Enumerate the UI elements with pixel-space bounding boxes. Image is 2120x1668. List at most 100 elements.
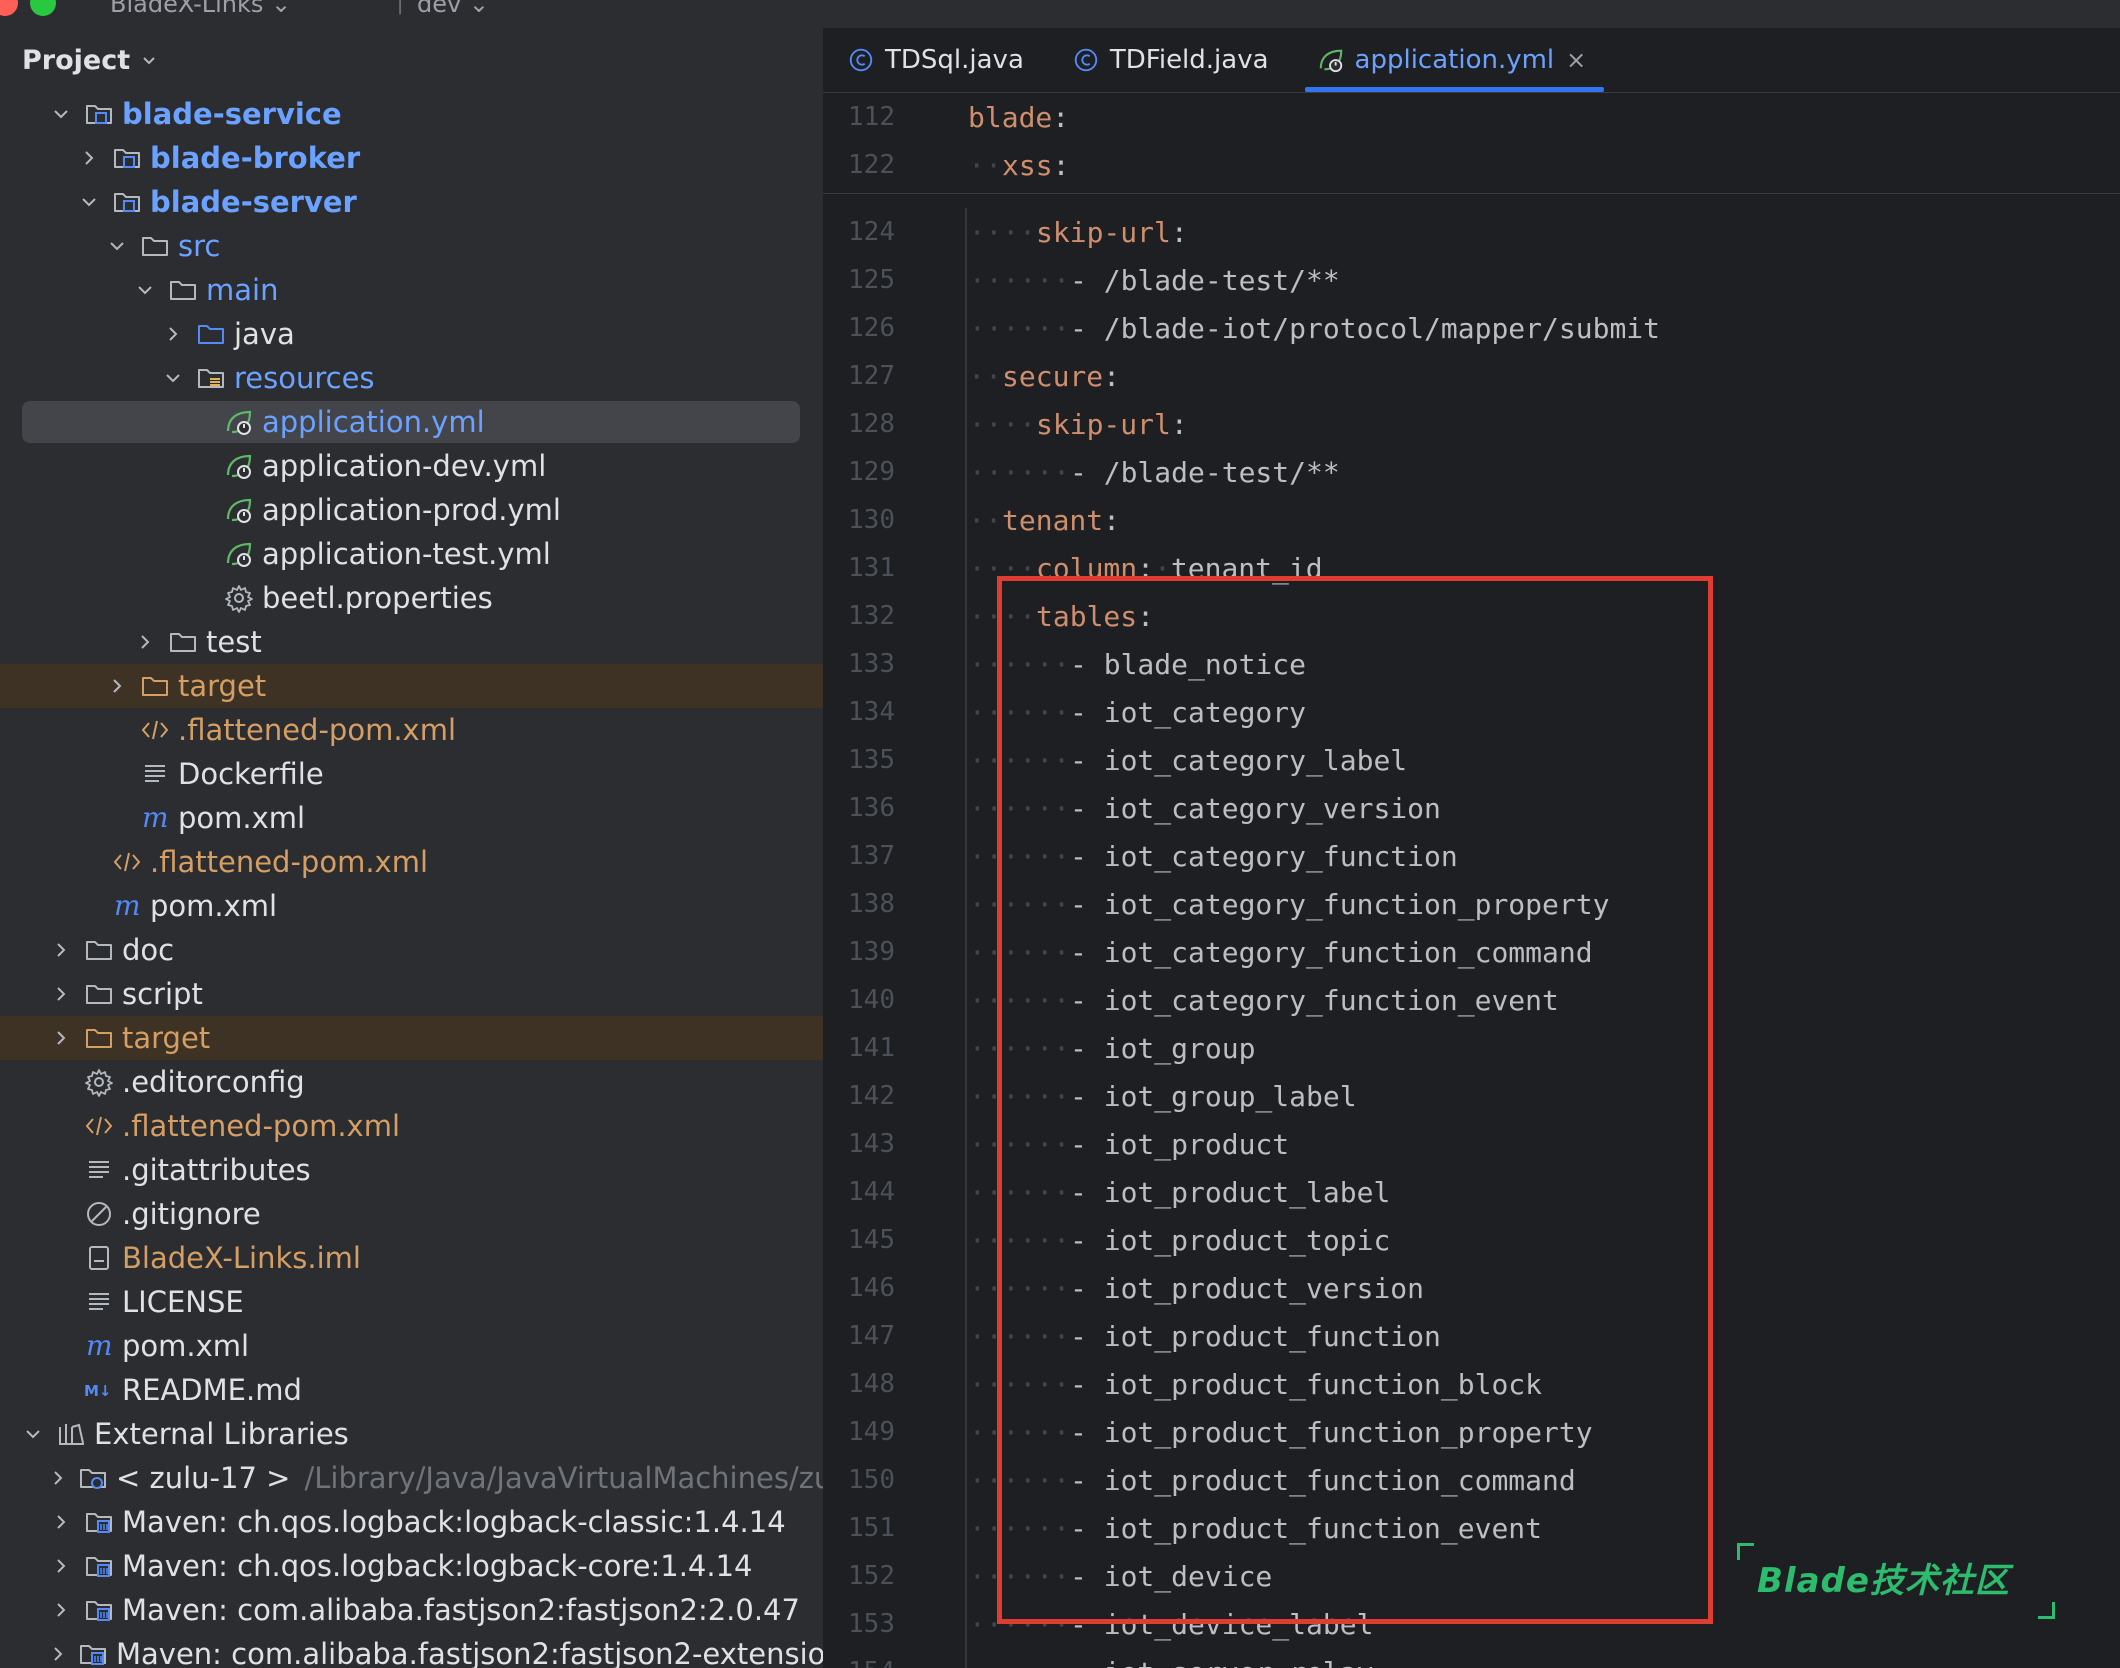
chevron-down-icon[interactable] [48, 104, 74, 124]
chevron-down-icon[interactable] [76, 192, 102, 212]
tree-item[interactable]: main [0, 268, 823, 312]
code-editor[interactable]: 112 blade: 122 ·· xss: 124 ···· skip-url: 125 ··… [823, 93, 2120, 1668]
tree-item[interactable]: .flattened-pom.xml [0, 708, 823, 752]
code-line[interactable]: 139 ······ - iot_category_function_command [823, 928, 2120, 976]
tree-item[interactable]: Maven: ch.qos.logback:logback-classic:1.… [0, 1500, 823, 1544]
project-view-selector[interactable]: Project [0, 28, 823, 92]
tree-item[interactable]: target [0, 664, 823, 708]
tree-item[interactable]: application-test.yml [0, 532, 823, 576]
tree-item[interactable]: application.yml [0, 400, 823, 444]
code-lines[interactable]: 124 ···· skip-url: 125 ······ - /blade-test/*… [823, 208, 2120, 1668]
chevron-right-icon[interactable] [48, 1556, 74, 1576]
chevron-right-icon[interactable] [48, 1468, 68, 1488]
code-line[interactable]: 112 blade: [823, 93, 2120, 141]
tree-item[interactable]: java [0, 312, 823, 356]
code-line[interactable]: 134 ······ - iot_category [823, 688, 2120, 736]
code-line[interactable]: 129 ······ - /blade-test/** [823, 448, 2120, 496]
tree-item[interactable]: .flattened-pom.xml [0, 840, 823, 884]
code-line[interactable]: 131 ···· column:·tenant_id [823, 544, 2120, 592]
tree-item[interactable]: blade-broker [0, 136, 823, 180]
code-line[interactable]: 135 ······ - iot_category_label [823, 736, 2120, 784]
tree-item[interactable]: .editorconfig [0, 1060, 823, 1104]
tree-item[interactable]: M↓ README.md [0, 1368, 823, 1412]
tree-item[interactable]: .gitignore [0, 1192, 823, 1236]
tree-item[interactable]: LICENSE [0, 1280, 823, 1324]
branch-widget[interactable]: ᚴ dev ⌄ [395, 0, 489, 18]
tree-item[interactable]: External Libraries [0, 1412, 823, 1456]
chevron-right-icon[interactable] [48, 1600, 74, 1620]
code-line[interactable]: 126 ······ - /blade-iot/protocol/mapper/su… [823, 304, 2120, 352]
code-line[interactable]: 132 ···· tables: [823, 592, 2120, 640]
chevron-right-icon[interactable] [48, 984, 74, 1004]
code-line[interactable]: 141 ······ - iot_group [823, 1024, 2120, 1072]
tree-item[interactable]: Maven: ch.qos.logback:logback-core:1.4.1… [0, 1544, 823, 1588]
tree-item[interactable]: < zulu-17 > /Library/Java/JavaVirtualMach… [0, 1456, 823, 1500]
chevron-right-icon[interactable] [160, 324, 186, 344]
tree-item[interactable]: blade-service [0, 92, 823, 136]
code-line[interactable]: 138 ······ - iot_category_function_propert… [823, 880, 2120, 928]
close-window-button[interactable] [0, 0, 18, 16]
tree-item[interactable]: resources [0, 356, 823, 400]
chevron-right-icon[interactable] [76, 148, 102, 168]
tree-item[interactable]: m pom.xml [0, 1324, 823, 1368]
chevron-right-icon[interactable] [104, 676, 130, 696]
chevron-right-icon[interactable] [48, 940, 74, 960]
code-line[interactable]: 136 ······ - iot_category_version [823, 784, 2120, 832]
chevron-right-icon[interactable] [132, 632, 158, 652]
code-line[interactable]: 125 ······ - /blade-test/** [823, 256, 2120, 304]
code-line[interactable]: 149 ······ - iot_product_function_property [823, 1408, 2120, 1456]
tree-item[interactable]: script [0, 972, 823, 1016]
code-line[interactable]: 147 ······ - iot_product_function [823, 1312, 2120, 1360]
tree-item[interactable]: Maven: com.alibaba.fastjson2:fastjson2:2… [0, 1588, 823, 1632]
code-line[interactable]: 128 ···· skip-url: [823, 400, 2120, 448]
project-tree[interactable]: blade-service blade-broker blade-server src… [0, 92, 823, 1668]
chevron-down-icon[interactable] [160, 368, 186, 388]
tree-item[interactable]: BladeX-Links.iml [0, 1236, 823, 1280]
tree-item[interactable]: .flattened-pom.xml [0, 1104, 823, 1148]
chevron-down-icon[interactable] [104, 236, 130, 256]
code-line[interactable]: 137 ······ - iot_category_function [823, 832, 2120, 880]
code-line[interactable]: 146 ······ - iot_product_version [823, 1264, 2120, 1312]
code-line[interactable]: 130 ·· tenant: [823, 496, 2120, 544]
code-line[interactable]: 122 ·· xss: [823, 141, 2120, 189]
code-line[interactable]: 144 ······ - iot_product_label [823, 1168, 2120, 1216]
code-line[interactable]: 140 ······ - iot_category_function_event [823, 976, 2120, 1024]
tree-item[interactable]: beetl.properties [0, 576, 823, 620]
chevron-right-icon[interactable] [48, 1512, 74, 1532]
tree-item[interactable]: .gitattributes [0, 1148, 823, 1192]
code-line[interactable]: 124 ···· skip-url: [823, 208, 2120, 256]
maximize-window-button[interactable] [30, 0, 56, 16]
code-line[interactable]: 142 ······ - iot_group_label [823, 1072, 2120, 1120]
tree-item[interactable]: src [0, 224, 823, 268]
tree-item[interactable]: m pom.xml [0, 884, 823, 928]
editor-tab[interactable]: application.yml × [1304, 28, 1605, 92]
close-tab-icon[interactable]: × [1566, 46, 1586, 74]
code-line[interactable]: 148 ······ - iot_product_function_block [823, 1360, 2120, 1408]
code-line[interactable]: 143 ······ - iot_product [823, 1120, 2120, 1168]
tree-item[interactable]: test [0, 620, 823, 664]
chevron-down-icon[interactable] [132, 280, 158, 300]
tree-item[interactable]: m pom.xml [0, 796, 823, 840]
tree-item[interactable]: doc [0, 928, 823, 972]
tree-item[interactable]: Maven: com.alibaba.fastjson2:fastjson2-e… [0, 1632, 823, 1668]
code-text: ······ - iot_product_function_property [968, 1415, 1593, 1449]
tree-item[interactable]: application-prod.yml [0, 488, 823, 532]
whitespace-markers: ······ [968, 1271, 1070, 1305]
code-line[interactable]: 145 ······ - iot_product_topic [823, 1216, 2120, 1264]
tree-item[interactable]: target [0, 1016, 823, 1060]
editor-tab[interactable]: TDSql.java [835, 28, 1042, 92]
code-line[interactable]: 154 ······- iot_server_relay [823, 1648, 2120, 1668]
project-widget[interactable]: BladeX-Links ⌄ [110, 0, 291, 18]
tree-item[interactable]: application-dev.yml [0, 444, 823, 488]
sticky-lines-header[interactable]: 112 blade: 122 ·· xss: [823, 93, 2120, 194]
code-line[interactable]: 133 ······ - blade_notice [823, 640, 2120, 688]
editor-tab[interactable]: TDField.java [1060, 28, 1287, 92]
tree-item[interactable]: Dockerfile [0, 752, 823, 796]
chevron-down-icon[interactable] [20, 1424, 46, 1444]
chevron-right-icon[interactable] [48, 1028, 74, 1048]
chevron-right-icon[interactable] [48, 1644, 68, 1664]
code-line[interactable]: 127 ·· secure: [823, 352, 2120, 400]
code-line[interactable]: 150 ······ - iot_product_function_command [823, 1456, 2120, 1504]
folder-icon [140, 231, 170, 261]
tree-item[interactable]: blade-server [0, 180, 823, 224]
